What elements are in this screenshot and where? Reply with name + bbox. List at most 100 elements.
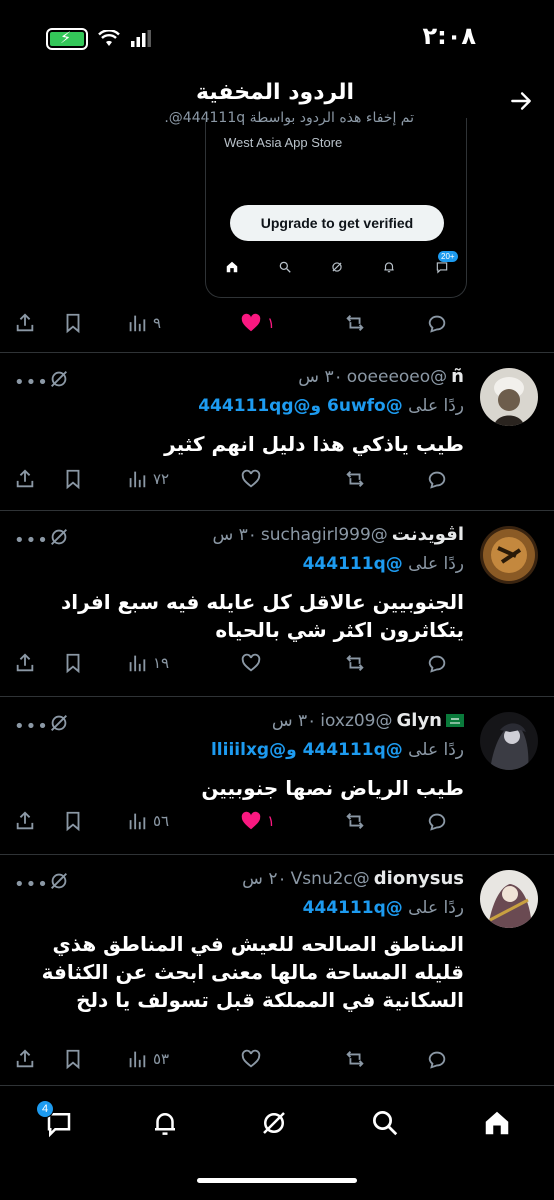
views-count: ٩	[153, 314, 162, 332]
messages-icon	[436, 262, 447, 274]
views-button[interactable]: ٩	[126, 312, 161, 334]
display-name[interactable]: ñ	[451, 366, 464, 387]
tweet[interactable]: اڤويدنت @suchagirl999 ٣٠ س ردًا على @444…	[0, 510, 554, 696]
handle[interactable]: @ioxz09	[320, 711, 392, 731]
more-icon[interactable]: •••	[14, 372, 49, 393]
saudi-flag-icon	[446, 714, 464, 727]
like-button[interactable]: ١	[240, 312, 275, 334]
grok-icon[interactable]	[48, 368, 70, 390]
nav-messages[interactable]: 4	[36, 1100, 74, 1142]
views-icon	[129, 315, 146, 332]
reply-button[interactable]	[426, 1048, 448, 1070]
mention-link[interactable]: @444111q	[303, 898, 403, 918]
embedded-media-card[interactable]: West Asia App Store Upgrade to get verif…	[205, 118, 467, 298]
mention-link[interactable]: @444111q و@lliiilxg	[211, 740, 403, 760]
views-count: ١٩	[153, 654, 170, 672]
bookmark-button[interactable]	[62, 1048, 84, 1070]
views-button[interactable]: ٥٦	[126, 810, 169, 832]
like-button[interactable]	[240, 468, 262, 490]
views-button[interactable]: ٥٣	[126, 1048, 169, 1070]
heart-icon	[241, 653, 261, 672]
avatar[interactable]	[480, 712, 538, 770]
mention-link[interactable]: @6uwfo و@444111qg	[198, 396, 403, 416]
reply-icon	[428, 315, 446, 333]
heart-icon	[241, 811, 261, 830]
notifications-icon	[155, 1113, 175, 1135]
share-button[interactable]	[14, 652, 36, 674]
avatar[interactable]	[480, 368, 538, 426]
grok-icon[interactable]	[48, 712, 70, 734]
views-button[interactable]: ١٩	[126, 652, 169, 674]
bookmark-icon	[66, 313, 80, 334]
bookmark-icon	[66, 469, 80, 490]
upgrade-button[interactable]: Upgrade to get verified	[230, 205, 444, 241]
bookmark-button[interactable]	[62, 312, 84, 334]
reply-icon	[428, 813, 446, 831]
reply-context: ردًا على @444111q	[303, 898, 464, 918]
tweet[interactable]: Glyn @ioxz09 ٣٠ س ردًا على @444111q و@ll…	[0, 696, 554, 854]
handle[interactable]: @ooeeeoeo	[347, 367, 447, 387]
nav-search[interactable]	[370, 1108, 400, 1142]
tweet[interactable]: ñ @ooeeeoeo ٣٠ س ردًا على @6uwfo و@44411…	[0, 352, 554, 510]
views-count: ٥٣	[153, 1050, 170, 1068]
share-button[interactable]	[14, 312, 36, 334]
views-icon	[129, 655, 146, 672]
like-button[interactable]	[240, 1048, 262, 1070]
share-icon	[16, 313, 34, 332]
display-name[interactable]: اڤويدنت	[392, 524, 464, 545]
back-arrow-icon[interactable]	[508, 88, 534, 114]
handle[interactable]: @Vsnu2c	[291, 869, 370, 889]
bookmark-button[interactable]	[62, 810, 84, 832]
more-icon[interactable]: •••	[14, 530, 49, 551]
likes-count: ١	[267, 812, 276, 830]
mention-link[interactable]: @444111q	[303, 554, 403, 574]
retweet-button[interactable]	[344, 652, 366, 674]
share-button[interactable]	[14, 1048, 36, 1070]
bookmark-icon	[66, 811, 80, 832]
retweet-button[interactable]	[344, 468, 366, 490]
reply-context: ردًا على @444111q	[303, 554, 464, 574]
views-button[interactable]: ٧٢	[126, 468, 169, 490]
reply-button[interactable]	[426, 810, 448, 832]
search-icon	[279, 261, 291, 273]
like-button[interactable]: ١	[240, 810, 275, 832]
tweet[interactable]: dionysus @Vsnu2c ٢٠ س ردًا على @444111q …	[0, 854, 554, 1082]
reply-button[interactable]	[426, 652, 448, 674]
display-name[interactable]: dionysus	[374, 868, 464, 889]
retweet-button[interactable]	[344, 1048, 366, 1070]
store-text: West Asia App Store	[224, 135, 343, 150]
grok-icon[interactable]	[48, 526, 70, 548]
nav-notifications[interactable]	[150, 1108, 180, 1142]
retweet-button[interactable]	[344, 810, 366, 832]
reply-context: ردًا على @444111q و@lliiilxg	[211, 740, 464, 760]
reply-prefix: ردًا على	[408, 554, 464, 574]
reply-button[interactable]	[426, 468, 448, 490]
nav-grok[interactable]	[259, 1108, 289, 1142]
wifi-icon	[98, 30, 120, 46]
more-icon[interactable]: •••	[14, 874, 49, 895]
retweet-button[interactable]	[344, 312, 366, 334]
avatar[interactable]	[480, 526, 538, 584]
page-title: الردود المخفية	[196, 80, 354, 105]
reply-button[interactable]	[426, 312, 448, 334]
bookmark-button[interactable]	[62, 652, 84, 674]
avatar[interactable]	[480, 870, 538, 928]
messages-badge: 4	[36, 1100, 54, 1118]
share-button[interactable]	[14, 810, 36, 832]
share-button[interactable]	[14, 468, 36, 490]
tweet-header: اڤويدنت @suchagirl999 ٣٠ س	[213, 524, 465, 545]
tweet-actions: ٥٦ ١	[0, 810, 554, 838]
share-icon	[16, 1049, 34, 1068]
handle[interactable]: @suchagirl999	[261, 525, 388, 545]
like-button[interactable]	[240, 652, 262, 674]
timestamp: ٣٠ س	[212, 525, 257, 545]
likes-count: ١	[267, 314, 276, 332]
more-icon[interactable]: •••	[14, 716, 49, 737]
retweet-icon	[346, 471, 364, 487]
display-name[interactable]: Glyn	[397, 710, 443, 731]
grok-icon[interactable]	[48, 870, 70, 892]
nav-home[interactable]	[482, 1108, 512, 1142]
tweet-actions: ٧٢	[0, 468, 554, 496]
bookmark-button[interactable]	[62, 468, 84, 490]
notifications-icon	[384, 262, 395, 273]
